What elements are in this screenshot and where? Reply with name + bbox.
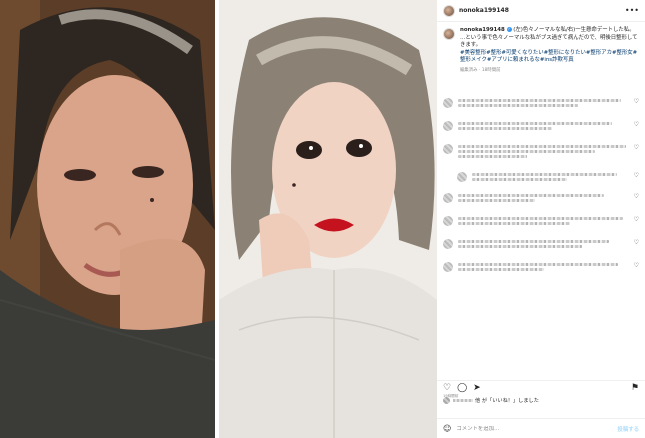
post-actions-bar: ♡ ◯ ➤ ⚑ <box>437 380 645 394</box>
commenter-avatar[interactable] <box>443 193 453 203</box>
commenter-avatar[interactable] <box>443 262 453 272</box>
before-photo-image <box>0 0 215 438</box>
comment-item: ♡ <box>437 98 645 109</box>
comment-item: ♡ <box>437 216 645 227</box>
after-photo <box>219 0 437 438</box>
caption-username[interactable]: nonoka199148 <box>460 27 505 33</box>
caption-avatar[interactable] <box>443 28 455 40</box>
comment-item: ♡ <box>437 239 645 250</box>
instagram-post-view: nonoka199148 ••• nonoka199148 ✓ (左)色々ノーマ… <box>0 0 645 438</box>
bookmark-icon[interactable]: ⚑ <box>631 382 639 394</box>
comment-item: ♡ <box>437 262 645 273</box>
post-header: nonoka199148 ••• <box>437 0 645 22</box>
verified-badge-icon: ✓ <box>506 27 512 32</box>
add-comment-bar: ☺ 投稿する <box>437 418 645 438</box>
comment-reply: ♡ <box>437 172 645 183</box>
comment-redacted <box>458 239 630 250</box>
header-username[interactable]: nonoka199148 <box>459 7 625 14</box>
caption-hashtags[interactable]: #美容整形#整形#可愛くなりたい#整形になりたい#整形アカ#整形女#整形メイク#… <box>460 50 639 65</box>
like-icon[interactable]: ♡ <box>443 382 451 394</box>
after-photo-image <box>219 0 437 438</box>
comment-redacted <box>458 121 630 132</box>
post-sidebar: nonoka199148 ••• nonoka199148 ✓ (左)色々ノーマ… <box>437 0 645 438</box>
commenter-avatar[interactable] <box>443 121 453 131</box>
comment-redacted <box>458 144 630 160</box>
user-avatar[interactable] <box>443 4 455 17</box>
share-icon[interactable]: ➤ <box>473 382 481 394</box>
likes-summary[interactable]: 他 が「いいね！」しました <box>443 397 539 404</box>
comment-like-icon[interactable]: ♡ <box>634 239 639 247</box>
comment-like-icon[interactable]: ♡ <box>634 216 639 224</box>
comment-like-icon[interactable]: ♡ <box>634 98 639 106</box>
comment-like-icon[interactable]: ♡ <box>634 172 639 180</box>
comment-redacted <box>458 193 630 204</box>
comment-redacted <box>472 172 630 183</box>
comment-input[interactable] <box>456 425 618 432</box>
comment-redacted <box>458 216 630 227</box>
liker-name-redacted <box>453 399 473 402</box>
commenter-avatar[interactable] <box>443 239 453 249</box>
comment-item: ♡ <box>437 121 645 132</box>
commenter-avatar[interactable] <box>443 144 453 154</box>
comment-item: ♡ <box>437 144 645 160</box>
before-photo <box>0 0 215 438</box>
caption-body: nonoka199148 ✓ (左)色々ノーマルな私/右)一生懸命デートした私。… <box>460 27 639 74</box>
comment-redacted <box>458 262 630 273</box>
liker-avatar <box>443 397 450 404</box>
comment-like-icon[interactable]: ♡ <box>634 144 639 152</box>
comment-item: ♡ <box>437 193 645 204</box>
comment-like-icon[interactable]: ♡ <box>634 193 639 201</box>
commenter-avatar[interactable] <box>443 98 453 108</box>
comment-like-icon[interactable]: ♡ <box>634 121 639 129</box>
comment-icon[interactable]: ◯ <box>457 382 467 394</box>
emoji-icon[interactable]: ☺ <box>443 424 451 433</box>
commenter-avatar[interactable] <box>457 172 467 182</box>
commenter-avatar[interactable] <box>443 216 453 226</box>
post-comment-button[interactable]: 投稿する <box>617 425 639 433</box>
more-options-icon[interactable]: ••• <box>625 6 639 15</box>
comment-list: ♡ ♡ ♡ ♡ ♡ ♡ ♡ ♡ <box>437 98 645 285</box>
caption-meta: 編集済み · 18時間前 <box>460 67 501 73</box>
comment-like-icon[interactable]: ♡ <box>634 262 639 270</box>
post-caption: nonoka199148 ✓ (左)色々ノーマルな私/右)一生懸命デートした私。… <box>437 22 645 74</box>
likes-text: 他 が「いいね！」しました <box>475 398 539 404</box>
comment-redacted <box>458 98 630 109</box>
